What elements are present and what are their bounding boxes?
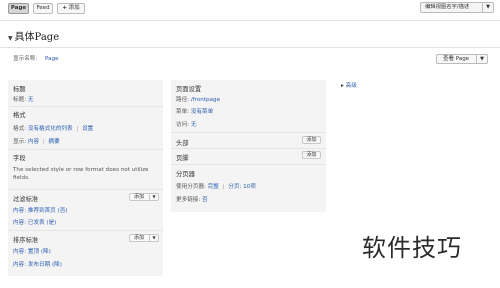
format-value[interactable]: 没有格式化的列表 xyxy=(28,126,73,132)
display-name-value[interactable]: Page xyxy=(45,56,59,62)
fields-heading: 字段 xyxy=(13,155,26,162)
tab-feed[interactable]: Feed xyxy=(33,3,53,14)
menu-value[interactable]: 没有菜单 xyxy=(191,109,213,115)
title-divider xyxy=(0,47,500,48)
divider xyxy=(171,148,326,149)
filter-heading: 过滤标准 xyxy=(13,196,39,203)
edit-view-name-button[interactable]: 编辑视图名字/描述 ▼ xyxy=(420,2,494,13)
pager-use-value[interactable]: 完整 xyxy=(208,184,219,190)
advanced-label: 高级 xyxy=(345,83,357,89)
divider xyxy=(8,106,163,107)
path-label: 路径: xyxy=(176,97,190,103)
plus-icon: + xyxy=(62,5,67,11)
chevron-down-icon[interactable]: ▼ xyxy=(149,235,158,241)
pager-heading: 分页器 xyxy=(176,171,195,178)
filter-item[interactable]: 内容: 推荐到首页 (否) xyxy=(13,207,68,215)
add-filter-label: 添加 xyxy=(134,194,145,200)
fields-note: The selected style or row format does no… xyxy=(13,167,149,181)
divider xyxy=(8,189,163,190)
sort-heading: 排序标准 xyxy=(13,237,39,244)
view-page-button[interactable]: 查看 Page ▼ xyxy=(436,54,488,64)
add-footer-button[interactable]: 添加 xyxy=(302,151,321,159)
divider xyxy=(8,230,163,231)
collapse-caret-icon[interactable]: ▼ xyxy=(8,35,13,42)
more-link-value[interactable]: 否 xyxy=(202,197,208,203)
filter-item[interactable]: 内容: 已发表 (是) xyxy=(13,219,56,227)
show-label: 显示: xyxy=(13,139,27,145)
separator: | xyxy=(42,139,45,145)
pager-per-page-value[interactable]: 分页: 10项 xyxy=(228,184,256,190)
display-name-label: 显示名称: xyxy=(13,56,38,62)
pager-use-row: 使用分页器: 完整 | 分页: 10项 xyxy=(176,183,256,191)
separator: | xyxy=(222,184,225,190)
access-value[interactable]: 无 xyxy=(191,122,197,128)
separator: | xyxy=(76,126,79,132)
page-title: ▼ 具体Page xyxy=(8,28,59,43)
sort-item[interactable]: 内容: 置顶 (降) xyxy=(13,248,51,256)
pager-use-label: 使用分页器: xyxy=(176,184,206,190)
header-heading: 头部 xyxy=(176,140,189,147)
more-link-label: 更多链接: xyxy=(176,197,201,203)
edit-view-name-label: 编辑视图名字/描述 xyxy=(425,4,470,10)
access-row: 访问: 无 xyxy=(176,121,196,129)
caret-right-icon: ▸ xyxy=(341,83,344,89)
footer-heading: 页脚 xyxy=(176,155,189,162)
show-summary-link[interactable]: 摘要 xyxy=(49,139,60,145)
add-header-button[interactable]: 添加 xyxy=(302,136,321,144)
add-sort-button[interactable]: 添加 ▼ xyxy=(129,234,159,242)
advanced-toggle[interactable]: ▸ 高级 xyxy=(341,82,357,90)
view-page-label: 查看 Page xyxy=(443,56,470,62)
tab-page[interactable]: Page xyxy=(8,3,29,14)
sort-item[interactable]: 内容: 发布日期 (降) xyxy=(13,261,62,269)
divider xyxy=(171,132,326,133)
page-title-text: 具体Page xyxy=(14,32,60,43)
divider xyxy=(171,164,326,165)
title-row: 标题: 无 xyxy=(13,96,33,104)
path-row: 路径: /frontpage xyxy=(176,96,220,104)
format-row: 格式: 没有格式化的列表 | 设置 xyxy=(13,125,93,133)
chevron-down-icon[interactable]: ▼ xyxy=(149,194,158,200)
add-display-label: 添加 xyxy=(68,5,80,11)
show-row: 显示: 内容 | 摘要 xyxy=(13,138,60,146)
title-label: 标题: xyxy=(13,97,27,103)
chevron-down-icon[interactable]: ▼ xyxy=(482,3,493,12)
title-value[interactable]: 无 xyxy=(28,97,34,103)
display-name-row: 显示名称: Page xyxy=(13,55,59,63)
format-heading: 格式 xyxy=(13,112,26,119)
divider xyxy=(8,149,163,150)
watermark-text: 软件技巧 xyxy=(362,234,462,262)
more-link-row: 更多链接: 否 xyxy=(176,196,208,204)
add-filter-button[interactable]: 添加 ▼ xyxy=(129,193,159,201)
top-divider xyxy=(0,20,500,21)
add-sort-label: 添加 xyxy=(134,235,145,241)
path-value[interactable]: /frontpage xyxy=(191,97,220,103)
format-settings-link[interactable]: 设置 xyxy=(82,126,93,132)
chevron-down-icon[interactable]: ▼ xyxy=(476,55,487,63)
add-display-button[interactable]: + 添加 xyxy=(57,3,85,14)
title-heading: 标题 xyxy=(13,86,26,93)
format-label: 格式: xyxy=(13,126,27,132)
page-settings-heading: 页面设置 xyxy=(176,86,202,93)
menu-row: 菜单: 没有菜单 xyxy=(176,108,213,116)
access-label: 访问: xyxy=(176,122,190,128)
menu-label: 菜单: xyxy=(176,109,190,115)
show-value[interactable]: 内容 xyxy=(28,139,39,145)
